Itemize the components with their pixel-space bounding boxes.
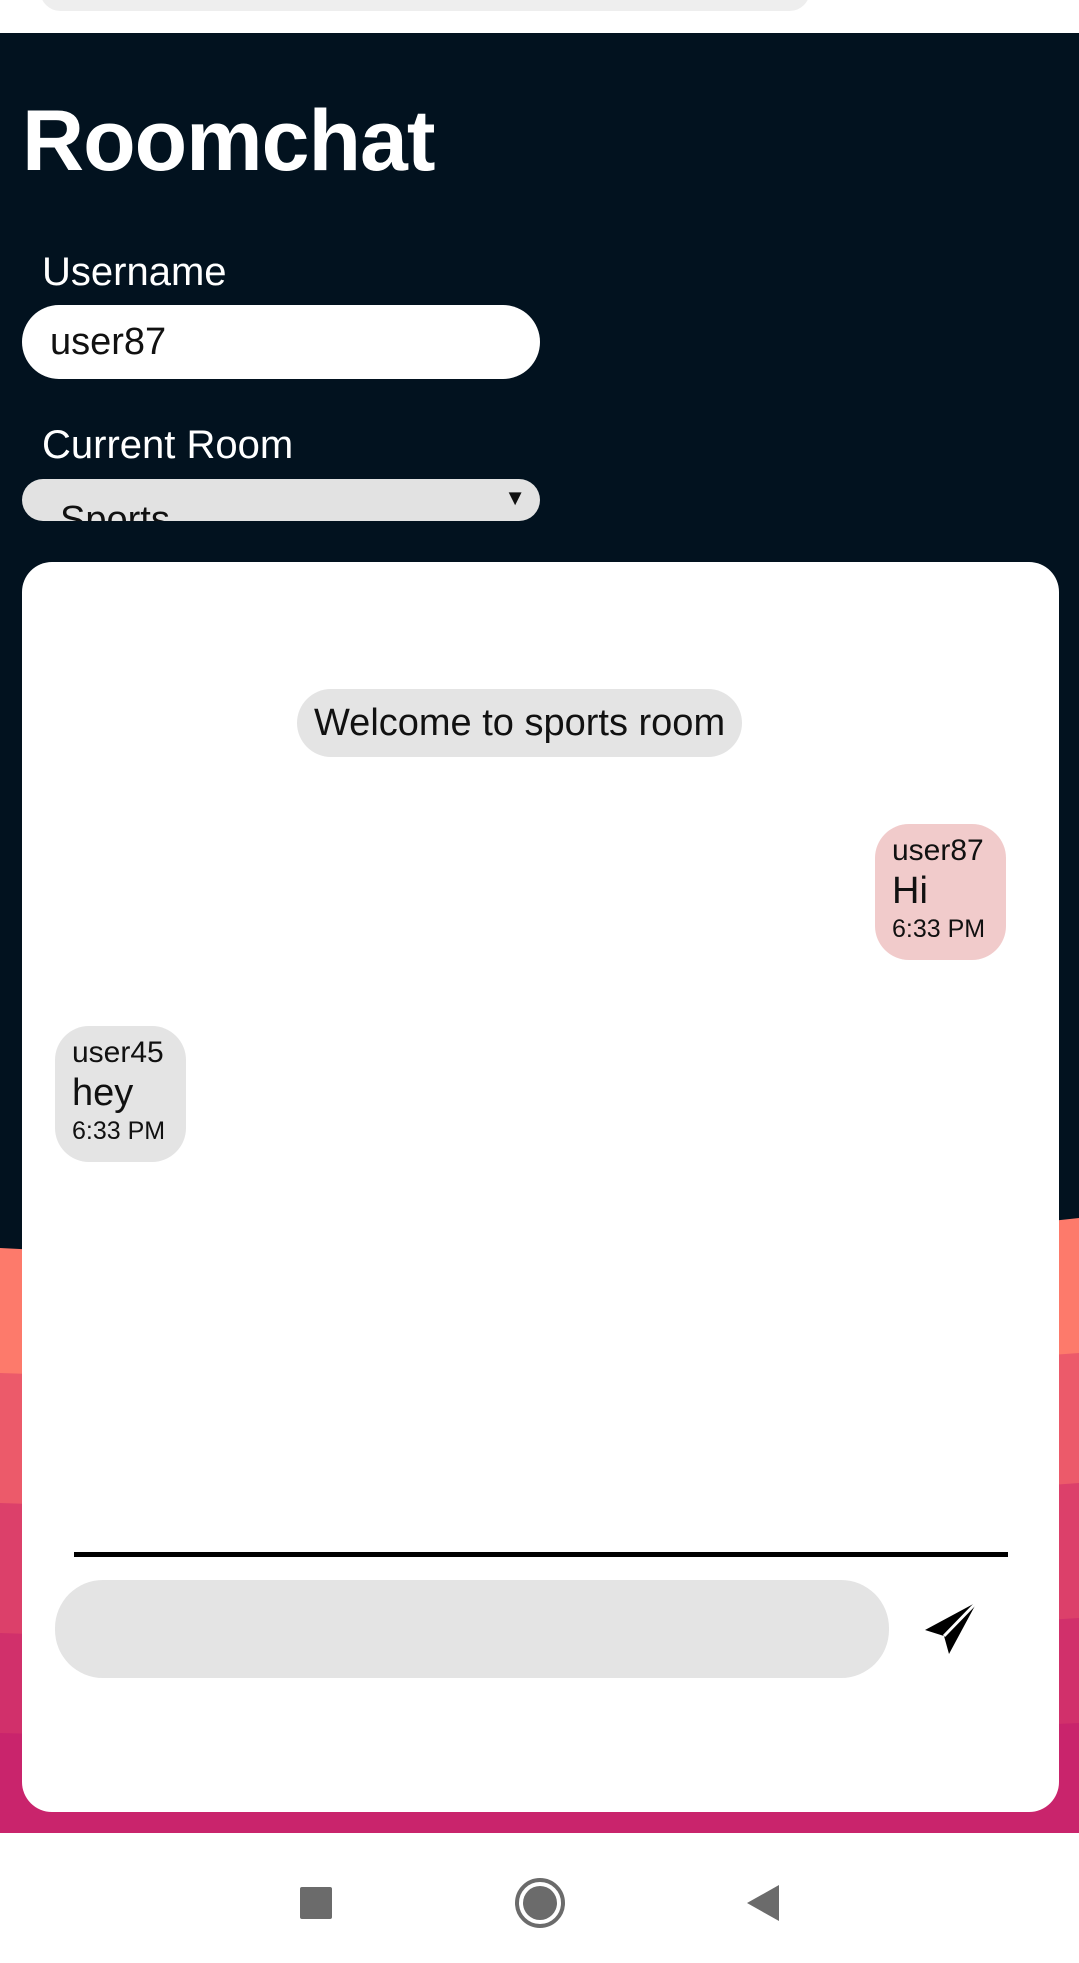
username-input[interactable]	[22, 305, 540, 379]
username-label: Username	[42, 250, 227, 294]
system-message: Welcome to sports room	[297, 689, 743, 757]
send-icon	[925, 1600, 979, 1654]
circle-icon	[515, 1878, 565, 1928]
android-nav-bar	[0, 1833, 1079, 1963]
room-select-value: Sports	[60, 499, 170, 521]
back-button[interactable]	[733, 1873, 793, 1933]
message-bubble-other: user45 hey 6:33 PM	[55, 1026, 186, 1162]
dropdown-caret-icon: ▼	[504, 485, 526, 510]
message-bubble-own: user87 Hi 6:33 PM	[875, 824, 1006, 960]
triangle-back-icon	[747, 1885, 779, 1921]
chat-panel: Welcome to sports room user87 Hi 6:33 PM…	[22, 562, 1059, 1812]
browser-top-strip	[0, 0, 1079, 33]
message-text: Hi	[892, 870, 928, 912]
address-bar[interactable]	[40, 0, 810, 11]
square-icon	[300, 1887, 332, 1919]
recents-button[interactable]	[286, 1873, 346, 1933]
composer-divider	[74, 1552, 1008, 1557]
message-text: hey	[72, 1072, 134, 1114]
room-label: Current Room	[42, 423, 294, 467]
message-username: user87	[892, 834, 984, 867]
message-timestamp: 6:33 PM	[72, 1117, 166, 1145]
message-input[interactable]	[55, 1580, 889, 1678]
send-button[interactable]	[915, 1592, 987, 1664]
message-username: user45	[72, 1036, 164, 1069]
room-select[interactable]: Sports ▼	[22, 479, 540, 521]
message-timestamp: 6:33 PM	[892, 915, 986, 943]
home-button[interactable]	[510, 1873, 570, 1933]
app-title: Roomchat	[22, 93, 435, 189]
